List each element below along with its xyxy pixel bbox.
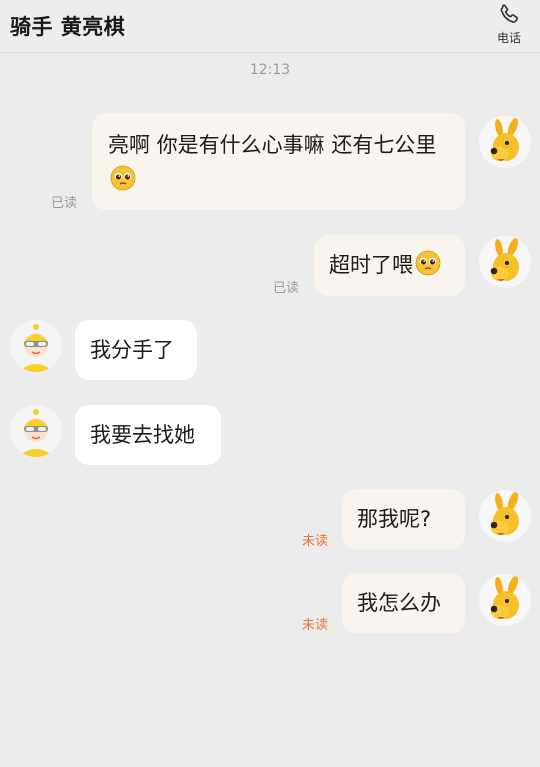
chat-title: 骑手 黄亮棋	[10, 15, 126, 39]
rider-avatar[interactable]	[10, 405, 62, 457]
pleading-face-emoji	[110, 165, 136, 202]
dog-avatar[interactable]	[479, 236, 531, 288]
message-text: 我分手了	[90, 338, 174, 362]
unread-status: 未读	[302, 618, 329, 633]
message-bubble[interactable]: 超时了喂	[314, 235, 465, 296]
message-bubble[interactable]: 我分手了	[75, 320, 197, 380]
message-text: 超时了喂	[329, 253, 413, 277]
pleading-face-emoji	[415, 250, 441, 287]
dog-avatar[interactable]	[479, 490, 531, 542]
read-status: 已读	[51, 196, 78, 211]
chat-header: 骑手 黄亮棋 电话	[0, 0, 540, 53]
dog-avatar[interactable]	[479, 116, 531, 168]
rider-avatar[interactable]	[10, 320, 62, 372]
message-text: 我要去找她	[90, 423, 195, 447]
dog-avatar[interactable]	[479, 574, 531, 626]
phone-icon	[500, 4, 518, 23]
call-button[interactable]: 电话	[492, 2, 526, 50]
message-bubble[interactable]: 那我呢?	[342, 489, 465, 549]
message-timestamp: 12:13	[249, 62, 291, 78]
message-bubble[interactable]: 我要去找她	[75, 405, 221, 465]
message-text: 那我呢?	[357, 507, 432, 531]
message-bubble[interactable]: 我怎么办	[342, 573, 465, 633]
message-text: 亮啊 你是有什么心事嘛 还有七公里	[108, 133, 437, 157]
message-bubble[interactable]: 亮啊 你是有什么心事嘛 还有七公里	[92, 113, 465, 210]
unread-status: 未读	[302, 534, 329, 549]
read-status: 已读	[273, 281, 300, 296]
call-label: 电话	[496, 31, 521, 45]
message-text: 我怎么办	[357, 591, 441, 615]
